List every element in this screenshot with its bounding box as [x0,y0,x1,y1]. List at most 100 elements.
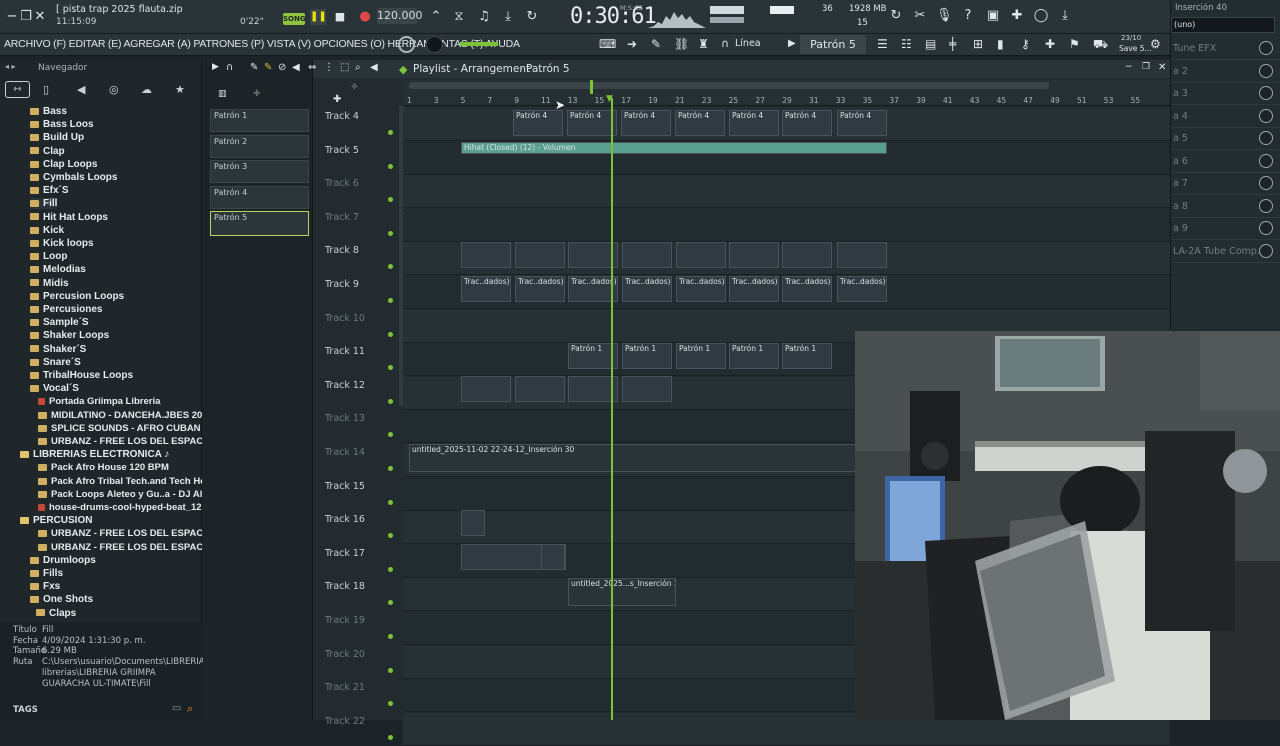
browser-item[interactable]: Build Up [30,132,84,143]
zoom-horizontal-icon[interactable]: ✥ [351,82,358,91]
playlist-close-icon[interactable]: ✕ [1158,62,1166,73]
pattern-selector[interactable]: Patrón 5 [800,35,866,54]
mute-tool-icon[interactable]: ◀ [292,62,300,73]
track-mute-led[interactable] [388,466,393,471]
browser-item[interactable]: Bass [30,106,67,117]
playlist-clip[interactable] [622,242,672,268]
countdown-icon[interactable]: ⤓ [500,9,516,25]
browser-item[interactable]: Shaker´S [30,344,86,355]
browser-item[interactable]: SPLICE SOUNDS - AFRO CUBAN PERCUSSION [38,423,202,434]
pattern-item[interactable]: Patrón 4 [210,185,309,209]
playlist-clip[interactable]: Patrón 4 [782,110,832,136]
refresh-icon[interactable]: ↻ [888,8,904,24]
track-mute-led[interactable] [388,533,393,539]
track-name[interactable]: Track 21 [325,682,365,693]
main-volume-slider[interactable] [460,42,498,46]
track-name[interactable]: Track 7 [325,212,359,223]
song-mode-button[interactable]: SONG [283,13,306,25]
master-pitch-fader[interactable] [710,17,744,23]
playlist-clip[interactable]: Trac..dados) [622,276,672,302]
metronome-icon[interactable]: ⌃ [428,9,444,25]
browser-item[interactable]: Midis [30,278,69,289]
effect-slot[interactable]: a 9 [1171,218,1280,240]
playlist-clip[interactable]: Trac..dados) [729,276,779,302]
paint-tool-icon[interactable]: ✎ [264,62,272,73]
browser-item[interactable]: Pack Afro Tribal Tech.and Tech House 126… [38,476,202,487]
channel-rack-icon[interactable]: ▤ [925,37,936,51]
track-name[interactable]: Track 5 [325,145,359,156]
playlist-clip[interactable]: Patrón 1 [676,343,726,369]
track-mute-led[interactable] [388,634,393,639]
master-volume-fader[interactable] [710,6,744,14]
browser-item[interactable]: Drumloops [30,555,96,566]
pattern-item[interactable]: Patrón 3 [210,160,309,183]
help-icon[interactable]: ? [960,8,976,24]
browser-toggle-icon[interactable]: ⇿ [5,81,30,98]
pin-icon[interactable]: ⚑ [1069,37,1080,51]
star-icon[interactable]: ★ [175,83,185,96]
browser-item[interactable]: URBANZ - FREE LOS DEL ESPACIO DRUM KIT [38,528,202,539]
browser-item[interactable]: Clap [30,146,65,157]
track-name[interactable]: Track 15 [325,481,365,492]
plugin-database-icon[interactable]: ▮ [997,37,1004,51]
effect-mix-knob[interactable] [1259,153,1273,168]
track-mute-led[interactable] [388,667,393,673]
browser-item[interactable]: Sample´S [30,317,89,328]
track-mute-led[interactable] [388,499,393,505]
browser-item[interactable]: Hit Hat Loops [30,212,108,223]
file-icon[interactable]: ▯ [43,83,49,96]
track-mute-led[interactable] [388,163,393,169]
stamp-icon[interactable]: ♜ [698,37,709,51]
playlist-clip[interactable] [541,544,565,570]
piano-roll-icon[interactable]: ╪ [949,37,956,51]
effect-mix-knob[interactable] [1259,108,1273,123]
ruler-scroll[interactable] [409,82,1049,89]
playlist-restore-icon[interactable]: ❐ [1142,62,1150,72]
playhead-marker-icon[interactable]: ▼ [606,94,613,104]
browser-item[interactable]: Kick loops [30,238,94,249]
playlist-clip[interactable] [461,510,485,536]
playlist-clip[interactable] [837,242,887,268]
effect-slot[interactable]: a 6 [1171,151,1280,173]
browser-item[interactable]: One Shots [30,594,93,605]
picker-button-icon[interactable]: ▥ [218,89,227,99]
playlist-clip[interactable]: Patrón 4 [729,110,779,136]
browser-item[interactable]: Loop [30,251,67,262]
play-arrow-icon[interactable]: ▶ [212,62,219,72]
track-name[interactable]: Track 19 [325,615,365,626]
save-icon[interactable]: ▣ [985,8,1001,24]
tools-icon[interactable]: ✚ [1045,37,1055,51]
playlist-clip[interactable] [729,242,779,268]
track-mute-led[interactable] [388,130,393,135]
download-icon[interactable]: ⤓ [1057,8,1073,24]
browser-item[interactable]: Melodias [30,264,86,275]
slice-tool-icon[interactable]: ⋮ [324,62,334,73]
playlist-clip[interactable] [515,242,565,268]
plugin-icon[interactable]: ✚ [1009,8,1025,24]
track-mute-led[interactable] [388,230,393,236]
globe-icon[interactable]: ◎ [109,83,119,96]
browser-item[interactable]: Cymbals Loops [30,172,117,183]
browser-item[interactable]: Kick [30,225,64,236]
track-name[interactable]: Track 4 [325,111,359,122]
pattern-arrow-icon[interactable]: ▶ [788,38,796,49]
mixer-icon[interactable]: ☷ [901,37,912,51]
playlist-clip[interactable] [676,242,726,268]
magnet-tool-icon[interactable]: ∩ [226,62,233,73]
playlist-clip[interactable]: Trac..dados) [837,276,887,302]
track-lane[interactable] [403,208,1170,242]
pattern-item[interactable]: Patrón 2 [210,134,309,158]
chat-icon[interactable]: ◯ [1033,8,1049,24]
playback-tool-icon[interactable]: ◀ [370,62,378,73]
browser-item[interactable]: Bass Loos [30,119,94,130]
playhead[interactable] [611,98,613,720]
effect-mix-knob[interactable] [1259,131,1273,145]
playlist-clip[interactable]: Trac..dados) [676,276,726,302]
playlist-minimize-icon[interactable]: − [1125,62,1133,72]
track-name[interactable]: Track 17 [325,548,365,559]
settings-icon[interactable]: ⚙ [1150,37,1161,51]
track-name[interactable]: Track 11 [325,346,365,357]
effect-mix-knob[interactable] [1259,243,1273,258]
add-track-icon[interactable]: ✚ [333,94,341,105]
stop-icon[interactable]: ■ [332,9,348,25]
